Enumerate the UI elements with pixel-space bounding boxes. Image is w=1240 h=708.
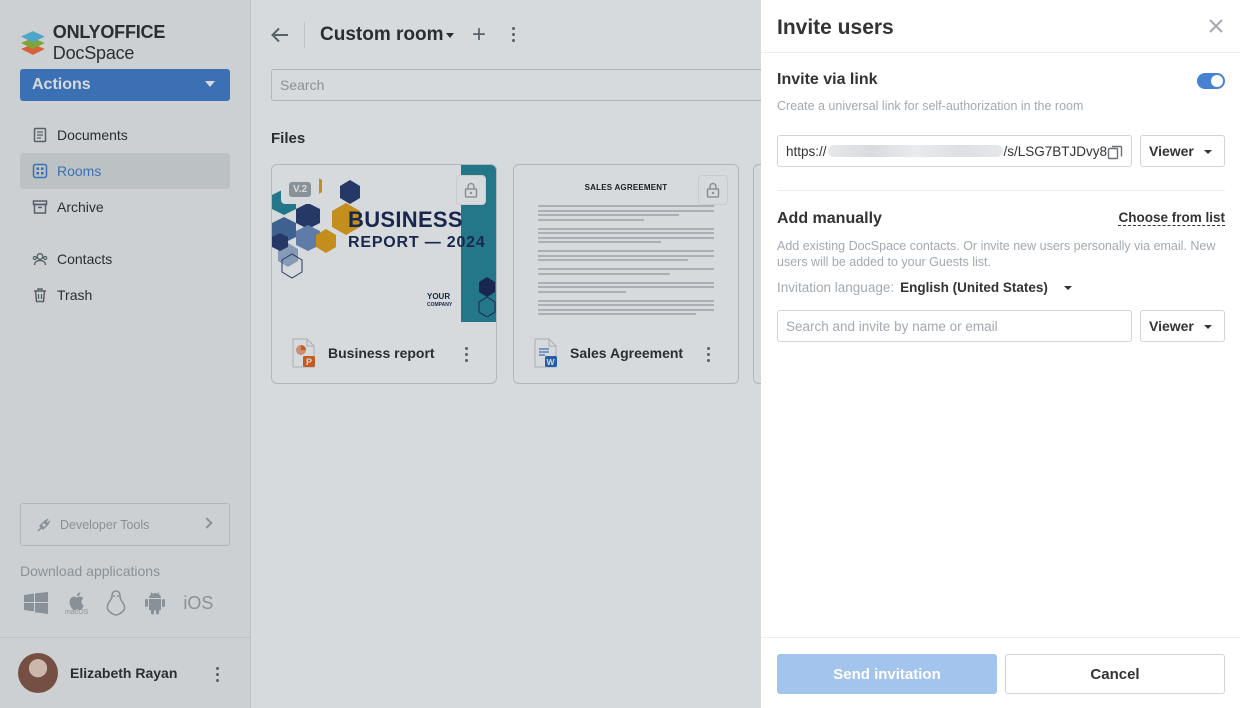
manual-role-value: Viewer <box>1149 318 1194 334</box>
invite-users-panel: Invite users Invite via link Create a un… <box>761 0 1240 708</box>
add-manually-title: Add manually <box>777 210 882 227</box>
manual-role-select[interactable]: Viewer <box>1140 310 1225 342</box>
caret-down-icon <box>1204 325 1212 329</box>
footer-divider <box>761 637 1240 638</box>
invite-via-link-desc: Create a universal link for self-authori… <box>777 99 1084 113</box>
link-role-value: Viewer <box>1149 143 1194 159</box>
invitation-language-value[interactable]: English (United States) <box>900 280 1048 295</box>
link-suffix: /s/LSG7BTJDvy8: <box>1003 143 1111 159</box>
caret-down-icon[interactable] <box>1063 285 1072 290</box>
choose-from-list-link[interactable]: Choose from list <box>1118 210 1225 226</box>
caret-down-icon <box>1204 150 1212 154</box>
link-prefix: https:// <box>786 143 827 159</box>
invitation-language-label: Invitation language: <box>777 280 895 295</box>
invite-link-toggle[interactable] <box>1197 73 1225 89</box>
add-manually-desc: Add existing DocSpace contacts. Or invit… <box>777 239 1216 269</box>
invite-search-input[interactable] <box>777 310 1132 342</box>
close-icon[interactable] <box>1208 18 1224 34</box>
invite-link-field[interactable]: https:// /s/LSG7BTJDvy8: <box>777 135 1132 167</box>
divider <box>761 52 1240 53</box>
invite-via-link-title: Invite via link <box>777 71 878 88</box>
link-obscured <box>827 145 1003 157</box>
send-invitation-button[interactable]: Send invitation <box>777 654 997 694</box>
modal-backdrop[interactable] <box>0 0 761 708</box>
invitation-language-row: Invitation language: English (United Sta… <box>777 280 1072 295</box>
link-role-select[interactable]: Viewer <box>1140 135 1225 167</box>
panel-title: Invite users <box>777 16 894 39</box>
copy-icon[interactable] <box>1107 144 1123 160</box>
divider <box>777 190 1225 191</box>
cancel-button[interactable]: Cancel <box>1005 654 1225 694</box>
